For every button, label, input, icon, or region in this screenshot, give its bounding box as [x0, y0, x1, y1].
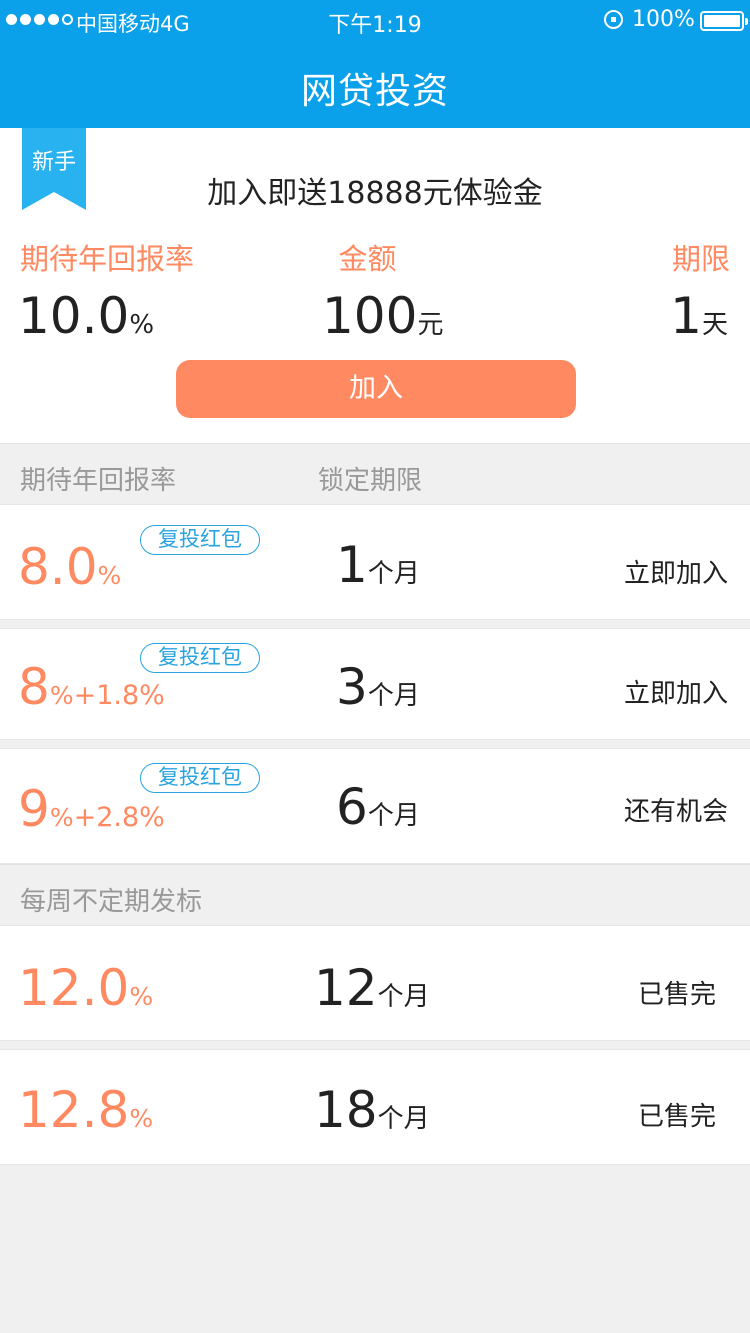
product-term: 18个月: [314, 1082, 430, 1147]
product-rate: 12.8%: [18, 1082, 153, 1147]
rate-unit: %: [129, 982, 154, 1011]
term-unit: 个月: [367, 801, 420, 831]
rate-number: 8.0: [18, 538, 98, 596]
rate-unit: %: [129, 310, 155, 340]
product-row[interactable]: 12.8% 18个月 已售完: [0, 1049, 750, 1165]
top-bar: 中国移动4G 下午1:19 100% 网贷投资: [0, 0, 750, 128]
column-rate-label: 期待年回报率: [20, 466, 177, 496]
orientation-lock-icon: [604, 10, 623, 29]
product-term: 12个月: [314, 960, 430, 1025]
rate-number: 8: [18, 658, 50, 716]
rate-bonus: +1.8%: [73, 680, 165, 711]
sold-out-label: 已售完: [637, 1102, 716, 1132]
product-rate: 8.0%: [18, 539, 121, 604]
status-bar: 中国移动4G 下午1:19 100%: [0, 0, 750, 40]
page-title: 网贷投资: [300, 71, 449, 112]
product-row[interactable]: 复投红包 9%+2.8% 6个月 还有机会: [0, 748, 750, 864]
rate-value: 10.0%: [18, 288, 154, 353]
amount-number: 100: [322, 287, 418, 345]
term-number: 6: [336, 778, 368, 836]
amount-unit: 元: [417, 310, 444, 340]
battery-icon: [700, 11, 748, 31]
sold-out-label: 已售完: [637, 980, 716, 1010]
rate-unit: %: [97, 561, 122, 590]
term-value: 1天: [670, 288, 728, 353]
term-number: 12: [314, 959, 378, 1017]
amount-value: 100元: [322, 288, 443, 353]
column-term-label: 锁定期限: [318, 466, 423, 496]
term-number: 18: [314, 1081, 378, 1139]
product-term: 3个月: [336, 659, 420, 724]
rate-number: 12.8: [18, 1081, 130, 1139]
battery-percent: 100%: [632, 7, 695, 32]
reinvest-badge: 复投红包: [140, 525, 260, 555]
product-row[interactable]: 复投红包 8.0% 1个月 立即加入: [0, 504, 750, 620]
term-number: 1: [670, 287, 702, 345]
join-now-link[interactable]: 立即加入: [624, 553, 728, 590]
term-unit: 个月: [377, 1104, 430, 1134]
term-unit: 个月: [367, 681, 420, 711]
rate-unit: %: [49, 803, 74, 832]
section-title: 每周不定期发标: [20, 887, 203, 917]
term-number: 1: [336, 536, 368, 594]
rate-bonus: +2.8%: [73, 802, 165, 833]
section-header: 每周不定期发标: [0, 864, 750, 924]
rate-number: 12.0: [18, 959, 130, 1017]
newbie-card: 新手 加入即送18888元体验金 期待年回报率 金额 期限 10.0% 100元…: [0, 128, 750, 443]
another-chance-link[interactable]: 还有机会: [624, 791, 728, 828]
product-rate: 12.0%: [18, 960, 153, 1025]
product-rate: 8%+1.8%: [18, 659, 165, 724]
term-label: 期限: [671, 242, 730, 276]
product-row[interactable]: 复投红包 8%+1.8% 3个月 立即加入: [0, 628, 750, 740]
product-term: 1个月: [336, 537, 420, 602]
product-rate: 9%+2.8%: [18, 781, 165, 846]
product-term: 6个月: [336, 779, 420, 844]
section-header: 期待年回报率 锁定期限: [0, 443, 750, 503]
term-unit: 个月: [367, 559, 420, 589]
join-button[interactable]: 加入: [176, 360, 576, 418]
promo-text: 加入即送18888元体验金: [207, 176, 543, 211]
rate-number: 10.0: [18, 287, 130, 345]
term-unit: 天: [701, 310, 728, 340]
rate-unit: %: [49, 681, 74, 710]
amount-label: 金额: [338, 242, 397, 276]
rate-number: 9: [18, 780, 50, 838]
product-row[interactable]: 12.0% 12个月 已售完: [0, 925, 750, 1041]
join-now-link[interactable]: 立即加入: [624, 673, 728, 710]
rate-unit: %: [129, 1104, 154, 1133]
term-unit: 个月: [377, 982, 430, 1012]
term-number: 3: [336, 658, 368, 716]
